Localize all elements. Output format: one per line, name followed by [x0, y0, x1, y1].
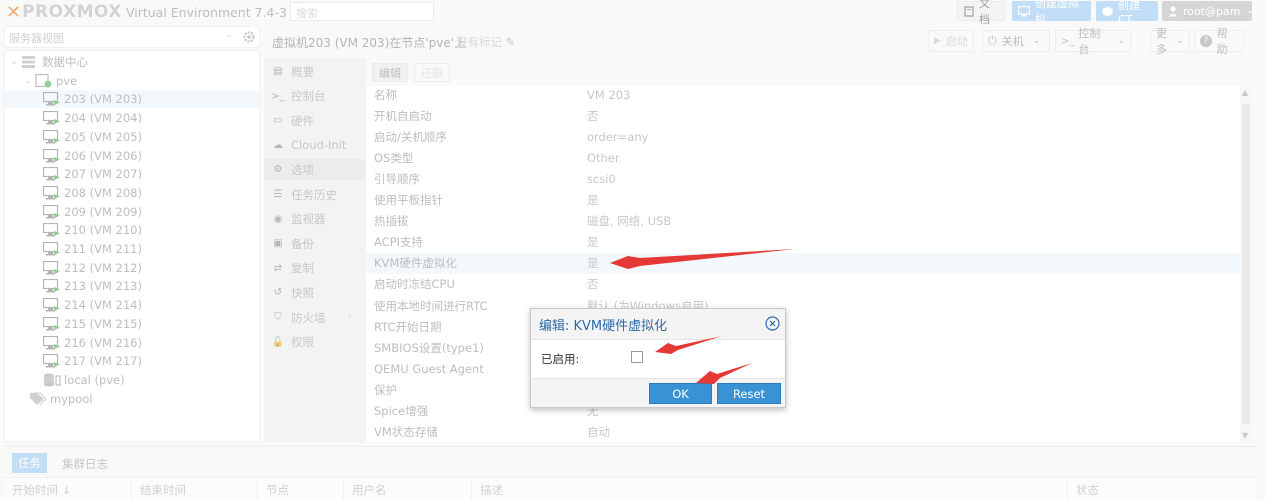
- enabled-label: 已启用:: [541, 352, 580, 366]
- dialog-body: 已启用:: [531, 339, 785, 379]
- dialog-title: 编辑: KVM硬件虚拟化: [539, 319, 668, 334]
- close-icon[interactable]: [765, 316, 780, 331]
- ok-button[interactable]: OK: [649, 383, 712, 404]
- reset-button[interactable]: Reset: [717, 383, 781, 404]
- edit-kvm-dialog: 编辑: KVM硬件虚拟化 已启用: OK Reset: [530, 308, 786, 408]
- enabled-checkbox[interactable]: [631, 351, 643, 363]
- modal-mask: [0, 0, 1265, 500]
